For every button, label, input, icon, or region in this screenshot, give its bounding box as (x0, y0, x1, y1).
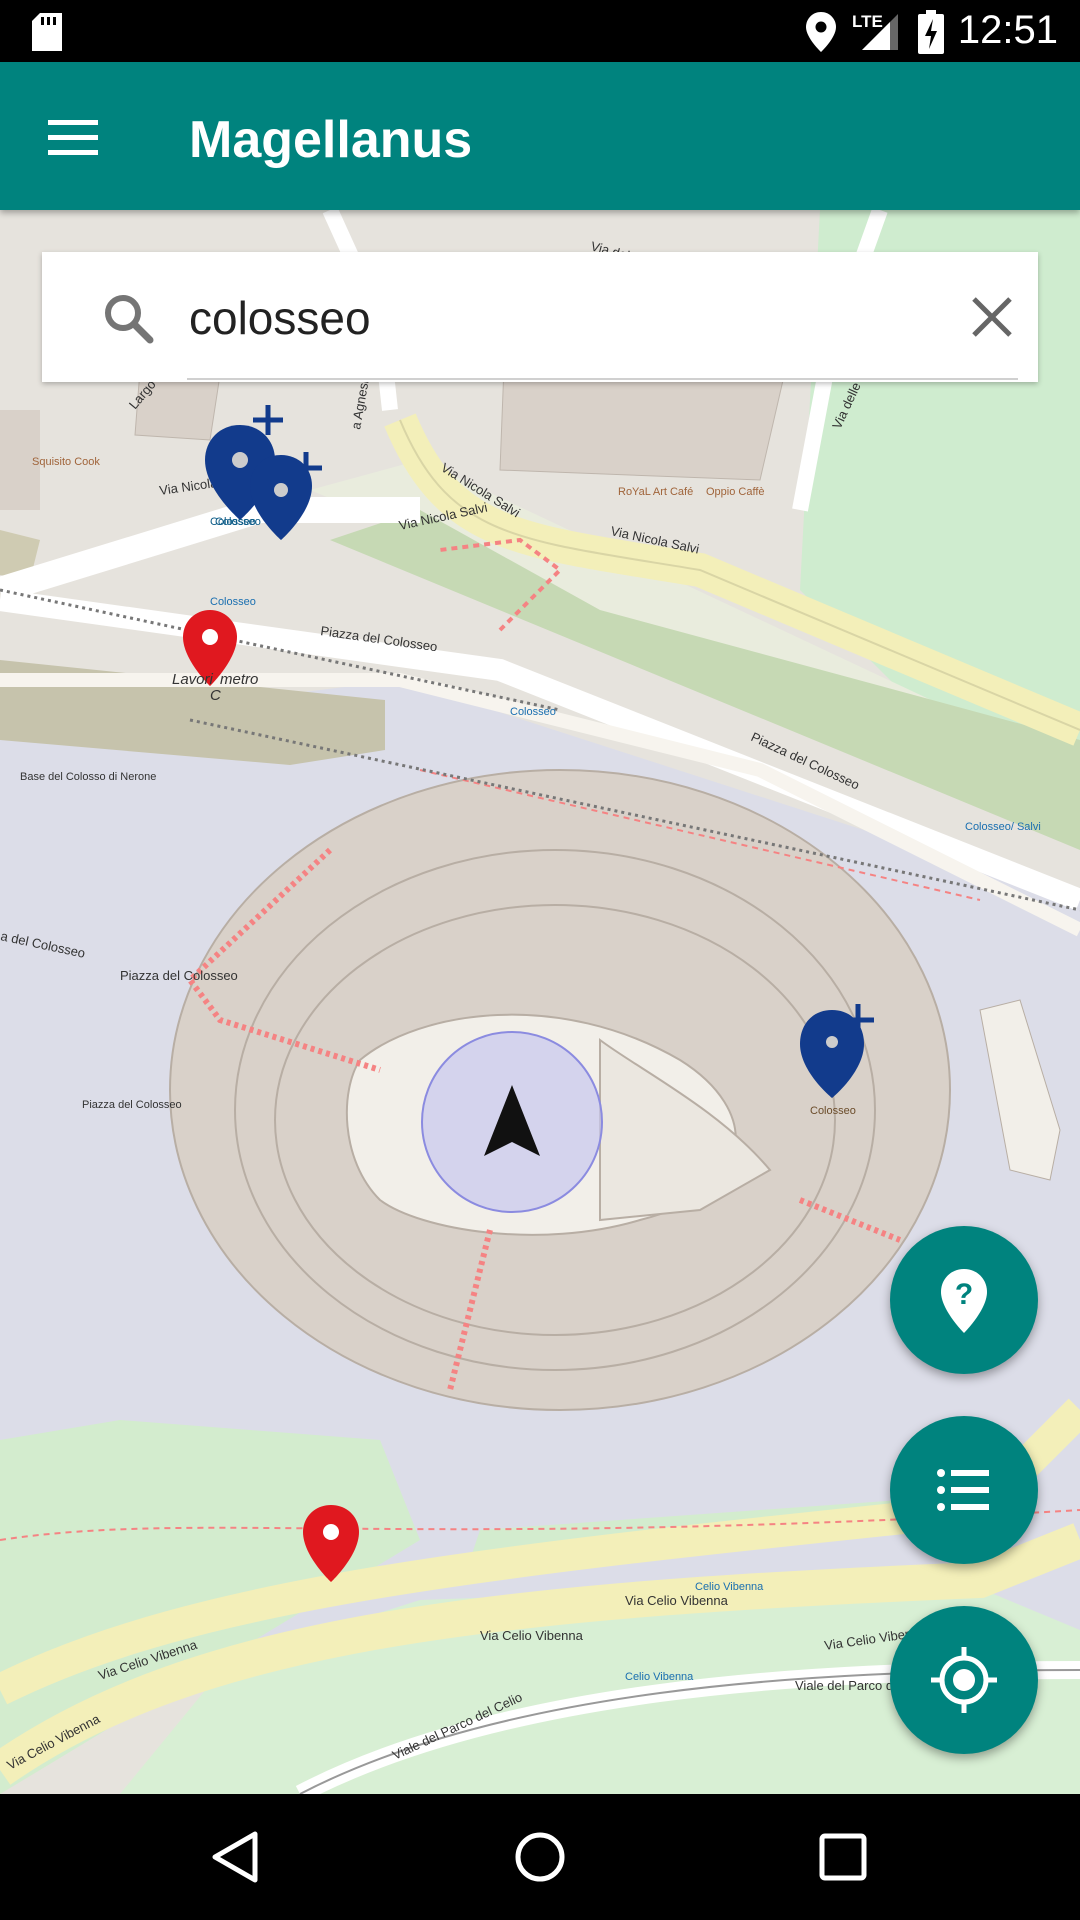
street-label: Piazza del Colosseo (120, 968, 238, 983)
search-input[interactable] (187, 278, 931, 358)
poi-label: Celio Vibenna (625, 1671, 694, 1683)
back-triangle-icon (212, 1831, 258, 1883)
place-help-icon: ? (941, 1269, 987, 1333)
poi-label: RoYaL Art Café (618, 486, 693, 498)
app-bar: Magellanus (0, 62, 1080, 210)
poi-label: Squisito Cook (32, 456, 100, 468)
my-location-button[interactable] (890, 1606, 1038, 1754)
signal-icon (862, 14, 898, 50)
home-circle-icon (515, 1832, 565, 1882)
status-bar: LTE 12:51 (0, 0, 1080, 62)
poi-label: Colosseo (210, 596, 256, 608)
recents-button[interactable] (808, 1822, 878, 1892)
blue-marker-label: Colosseo (215, 516, 261, 528)
colosseo-marker-label: Colosseo (810, 1105, 856, 1117)
search-bar (42, 252, 1038, 382)
poi-label: Oppio Caffè (706, 486, 765, 498)
street-label: Via Celio Vibenna (480, 1628, 584, 1643)
home-button[interactable] (505, 1822, 575, 1892)
back-button[interactable] (200, 1822, 270, 1892)
location-icon (806, 12, 836, 52)
search-icon (105, 295, 154, 344)
app-title: Magellanus (189, 111, 473, 169)
poi-label: Celio Vibenna (695, 1581, 764, 1593)
menu-button[interactable] (36, 102, 108, 174)
search-underline (187, 378, 1018, 380)
my-location-icon (931, 1647, 997, 1713)
street-label: Via Celio Vibenna (625, 1593, 729, 1608)
map-view[interactable]: Via del M Via Nicola Salvi Via Nicola Sa… (0, 210, 1080, 1794)
close-icon (972, 297, 1012, 337)
metro-label-suffix: metro (220, 671, 258, 688)
sd-card-icon (32, 13, 62, 51)
metro-label-prefix: Lavori (172, 671, 214, 688)
battery-charging-icon (918, 10, 944, 54)
hamburger-menu-icon (48, 120, 98, 155)
svg-text:?: ? (955, 1278, 973, 1311)
list-icon (937, 1469, 989, 1511)
street-label: Viale del Parco del (795, 1678, 903, 1693)
poi-label: Base del Colosso di Nerone (20, 771, 156, 783)
metro-label-line: C (210, 687, 221, 704)
list-button[interactable] (890, 1416, 1038, 1564)
poi-label: Piazza del Colosseo (82, 1099, 182, 1111)
recents-square-icon (819, 1833, 867, 1881)
map-canvas[interactable]: Via del M Via Nicola Salvi Via Nicola Sa… (0, 210, 1080, 1794)
help-place-button[interactable]: ? (890, 1226, 1038, 1374)
poi-label: Colosseo (510, 706, 556, 718)
current-location-indicator (421, 1031, 603, 1213)
navigation-bar (0, 1794, 1080, 1920)
clear-search-button[interactable] (962, 287, 1022, 347)
poi-label: Colosseo/ Salvi (965, 821, 1041, 833)
status-time: 12:51 (957, 8, 1058, 52)
